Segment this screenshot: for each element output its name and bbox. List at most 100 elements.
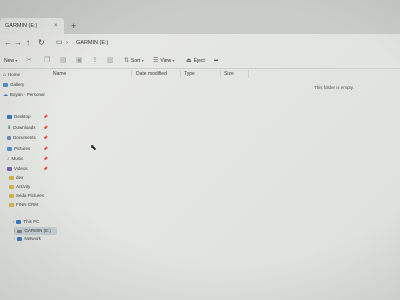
view-label: View [160, 58, 172, 64]
sidebar-item-documents[interactable]: Documents [7, 134, 36, 142]
sidebar-item-label: Music [11, 156, 24, 161]
chevron-down-icon: ▾ [172, 58, 175, 63]
forward-button[interactable]: → [14, 37, 22, 49]
sidebar-item-home[interactable]: ⌂ Home [3, 71, 20, 79]
view-icon: ☰ [153, 58, 159, 64]
sidebar-item-desktop[interactable]: Desktop [7, 113, 31, 121]
desktop-icon [7, 114, 12, 119]
pin-icon[interactable]: 📌 [43, 114, 48, 119]
pin-icon[interactable]: 📌 [43, 146, 48, 151]
navigation-bar: ← → ↑ ↻ ▭ › GARMIN (E:) [0, 34, 400, 52]
sidebar-item-label: Downloads [13, 125, 36, 130]
paste-icon[interactable]: ▤ [60, 56, 67, 66]
empty-folder-message: This folder is empty. [314, 85, 354, 90]
pin-icon[interactable]: 📌 [43, 135, 48, 140]
up-button[interactable]: ↑ [26, 37, 30, 49]
sort-icon: ⇅ [124, 58, 130, 64]
chevron-right-icon: › [14, 228, 16, 233]
sidebar-item-music[interactable]: ♪ Music [7, 155, 23, 163]
column-header-date-modified[interactable]: Date modified [136, 70, 167, 78]
download-icon: ⬇ [7, 125, 12, 131]
new-button[interactable]: New ▾ [4, 56, 17, 66]
sidebar-item-pictures[interactable]: Pictures [7, 145, 30, 153]
document-icon [7, 135, 11, 140]
command-bar: New ▾ ✂ ❐ ▤ ▣ ⇪ ▥ ⇅ Sort ▾ ☰ View ▾ ⏏ Eject… [0, 54, 400, 69]
folder-icon [9, 193, 14, 198]
pictures-icon [7, 146, 12, 151]
sidebar-item-label: Seda Pictures [16, 193, 45, 198]
sidebar-item-label: Videos [14, 166, 28, 171]
breadcrumb-separator: › [66, 40, 68, 46]
copy-icon[interactable]: ❐ [44, 56, 50, 66]
pin-icon[interactable]: 📌 [43, 166, 48, 171]
sidebar-item-label: Network [24, 236, 41, 241]
sidebar-item-folder[interactable]: FINN CRM [9, 201, 38, 209]
tab-garmin[interactable]: GARMIN (E:) × [0, 18, 64, 34]
column-header-name[interactable]: Name [53, 70, 66, 78]
sidebar-item-onedrive[interactable]: ☁ Boyan - Personal [3, 91, 45, 99]
sidebar-item-label: Home [8, 72, 21, 77]
sidebar-item-garmin[interactable]: › GARMIN (E:) [14, 227, 57, 235]
column-divider[interactable] [220, 70, 221, 78]
gallery-icon [3, 82, 8, 87]
folder-icon [9, 184, 14, 189]
chevron-down-icon: ▾ [15, 58, 18, 63]
sidebar-item-label: GARMIN (E:) [24, 228, 51, 233]
new-label: New [4, 58, 15, 64]
share-icon[interactable]: ⇪ [92, 56, 98, 66]
folder-icon [9, 202, 14, 207]
tab-title: GARMIN (E:) [5, 23, 38, 29]
sidebar-item-label: Documents [13, 135, 36, 140]
new-tab-button[interactable]: + [71, 18, 76, 34]
column-divider[interactable] [131, 70, 132, 78]
back-button[interactable]: ← [4, 37, 12, 49]
sidebar-item-label: dev [16, 175, 24, 180]
sidebar-item-folder[interactable]: Seda Pictures [9, 192, 44, 200]
home-icon: ⌂ [3, 72, 7, 78]
column-header-type[interactable]: Type [184, 70, 195, 78]
delete-icon[interactable]: ▥ [107, 56, 114, 66]
pin-icon[interactable]: 📌 [43, 125, 48, 130]
onedrive-icon: ☁ [3, 92, 8, 98]
chevron-right-icon: › [13, 219, 15, 224]
sort-label: Sort [131, 58, 141, 64]
rename-icon[interactable]: ▣ [76, 56, 83, 66]
computer-icon [16, 219, 22, 224]
pin-icon[interactable]: 📌 [43, 156, 48, 161]
monitor-icon: ▭ [56, 39, 63, 46]
folder-icon [9, 175, 14, 180]
sort-button[interactable]: ⇅ Sort ▾ [124, 56, 144, 66]
sidebar-item-label: Desktop [14, 114, 31, 119]
breadcrumb-location[interactable]: GARMIN (E:) [76, 37, 108, 49]
tab-close-icon[interactable]: × [54, 18, 58, 34]
refresh-button[interactable]: ↻ [38, 37, 45, 49]
sidebar-item-network[interactable]: › Network [14, 235, 41, 243]
column-header-size[interactable]: Size [224, 70, 234, 78]
sidebar-item-this-pc[interactable]: › This PC [13, 218, 39, 226]
navigation-pane: ⌂ Home Gallery ☁ Boyan - Personal Desktop … [0, 68, 57, 300]
sidebar-item-label: Activity [16, 184, 31, 189]
eject-label: Eject [193, 58, 205, 64]
sidebar-item-downloads[interactable]: ⬇ Downloads [7, 124, 35, 132]
cut-icon[interactable]: ✂ [26, 56, 32, 66]
chevron-right-icon: › [14, 236, 16, 241]
sidebar-item-folder[interactable]: Activity [9, 183, 30, 191]
sidebar-item-gallery[interactable]: Gallery [3, 81, 24, 89]
more-options-button[interactable]: ••• [214, 56, 218, 66]
chevron-down-icon: ▾ [141, 58, 144, 63]
sidebar-item-folder[interactable]: dev [9, 174, 23, 182]
column-divider[interactable] [248, 70, 249, 78]
sidebar-item-label: FINN CRM [16, 202, 38, 207]
eject-button[interactable]: ⏏ Eject [186, 56, 205, 66]
view-button[interactable]: ☰ View ▾ [153, 56, 175, 66]
sidebar-item-label: Gallery [10, 82, 25, 87]
network-icon [17, 236, 23, 241]
tab-strip: GARMIN (E:) × + [0, 0, 400, 34]
sidebar-item-label: Pictures [14, 146, 31, 151]
file-explorer-window: GARMIN (E:) × + ← → ↑ ↻ ▭ › GARMIN (E:) … [0, 0, 400, 300]
sidebar-item-videos[interactable]: Videos [7, 165, 28, 173]
mouse-cursor-icon: ⬉ [90, 143, 97, 152]
sidebar-item-label: This PC [23, 219, 40, 224]
videos-icon [7, 166, 12, 171]
column-divider[interactable] [180, 70, 181, 78]
